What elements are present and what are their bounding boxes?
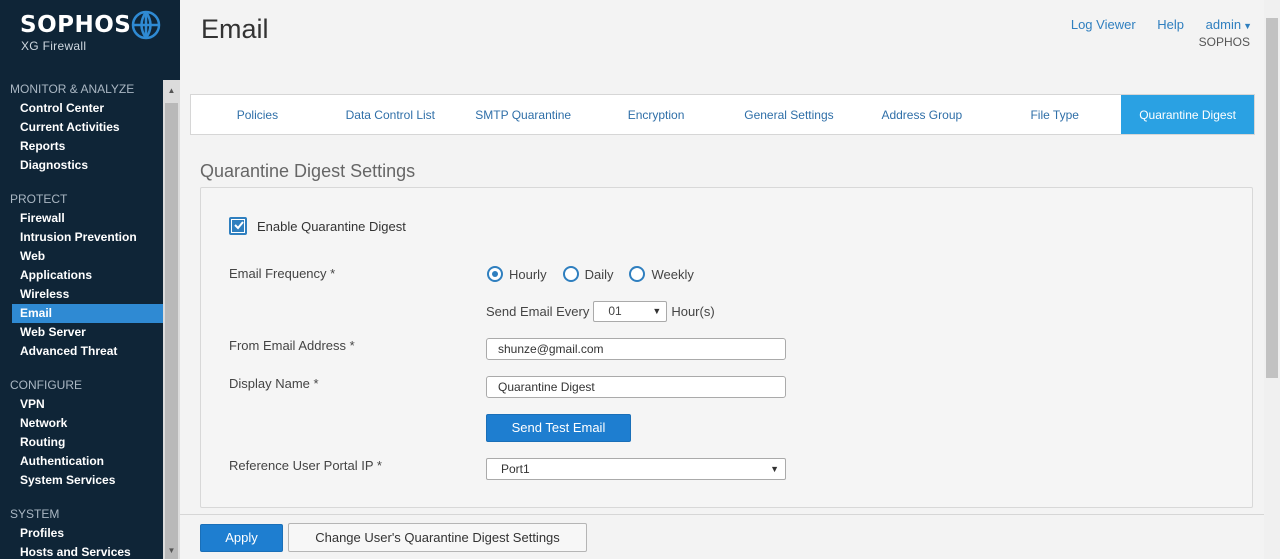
sidebar-item-intrusion-prevention[interactable]: Intrusion Prevention	[0, 228, 163, 247]
dropdown-arrow-icon: ▼	[770, 464, 779, 474]
sidebar-item-applications[interactable]: Applications	[0, 266, 163, 285]
change-user-digest-button[interactable]: Change User's Quarantine Digest Settings	[288, 523, 587, 552]
nav-section-configure: CONFIGURE	[10, 378, 82, 392]
send-every-unit: Hour(s)	[671, 304, 715, 319]
tab-bar: Policies Data Control List SMTP Quaranti…	[190, 94, 1255, 135]
page-title: Email	[201, 14, 269, 44]
sidebar-item-current-activities[interactable]: Current Activities	[0, 118, 163, 137]
sidebar-item-control-center[interactable]: Control Center	[0, 99, 163, 118]
footer-bar: Apply Change User's Quarantine Digest Se…	[180, 514, 1264, 559]
portal-ip-value: Port1	[501, 462, 530, 476]
nav-section-system: SYSTEM	[10, 507, 60, 521]
side-nav: MONITOR & ANALYZE Control Center Current…	[0, 80, 163, 559]
page-scroll-thumb[interactable]	[1266, 18, 1278, 378]
sidebar-item-diagnostics[interactable]: Diagnostics	[0, 156, 163, 175]
from-email-label: From Email Address *	[229, 338, 355, 353]
brand-product: XG Firewall	[21, 39, 87, 53]
send-every-row: Send Email Every 01 ▼ Hour(s)	[486, 301, 715, 322]
portal-ip-select[interactable]: Port1 ▼	[486, 458, 786, 480]
sidebar-item-routing[interactable]: Routing	[0, 433, 163, 452]
tab-quarantine-digest[interactable]: Quarantine Digest	[1121, 95, 1254, 134]
tab-data-control-list[interactable]: Data Control List	[324, 95, 457, 134]
sidebar-item-email[interactable]: Email	[12, 304, 163, 323]
dropdown-arrow-icon: ▼	[652, 306, 662, 316]
sidebar-item-wireless[interactable]: Wireless	[0, 285, 163, 304]
frequency-radio-group: Hourly Daily Weekly	[487, 266, 710, 282]
tab-address-group[interactable]: Address Group	[855, 95, 988, 134]
sidebar-item-firewall[interactable]: Firewall	[0, 209, 163, 228]
display-name-field[interactable]: Quarantine Digest	[486, 376, 786, 398]
page-scrollbar[interactable]	[1264, 0, 1280, 559]
sidebar-item-profiles[interactable]: Profiles	[0, 524, 163, 543]
send-every-label: Send Email Every	[486, 304, 590, 319]
settings-panel: Enable Quarantine Digest Email Frequency…	[200, 187, 1253, 508]
sidebar-item-authentication[interactable]: Authentication	[0, 452, 163, 471]
section-title: Quarantine Digest Settings	[200, 161, 416, 181]
tab-general-settings[interactable]: General Settings	[723, 95, 856, 134]
top-links: Log Viewer Help admin ▼	[1053, 17, 1252, 32]
radio-daily-label: Daily	[584, 266, 614, 282]
globe-icon	[131, 10, 161, 40]
send-every-value: 01	[608, 304, 622, 318]
sidebar-scrollbar[interactable]: ▲ ▼	[163, 80, 180, 559]
user-menu[interactable]: admin ▼	[1206, 17, 1252, 32]
portal-ip-label: Reference User Portal IP *	[229, 458, 382, 473]
radio-weekly-label: Weekly	[651, 266, 694, 282]
sidebar: SOPHOS XG Firewall MONITOR & ANALYZE Con…	[0, 0, 180, 559]
sidebar-scroll-thumb[interactable]	[165, 103, 178, 559]
help-link[interactable]: Help	[1157, 17, 1184, 32]
user-name: admin	[1205, 17, 1242, 32]
main-content: Email Log Viewer Help admin ▼ SOPHOS Poli…	[180, 0, 1264, 559]
from-email-field[interactable]: shunze@gmail.com	[486, 338, 786, 360]
nav-section-protect: PROTECT	[10, 192, 68, 206]
send-test-email-button[interactable]: Send Test Email	[486, 414, 631, 442]
email-frequency-label: Email Frequency *	[229, 266, 336, 281]
radio-hourly[interactable]	[487, 266, 503, 282]
sidebar-item-system-services[interactable]: System Services	[0, 471, 163, 490]
brand: SOPHOS XG Firewall	[0, 0, 180, 70]
display-name-label: Display Name *	[229, 376, 319, 391]
tab-smtp-quarantine[interactable]: SMTP Quarantine	[457, 95, 590, 134]
sidebar-item-web[interactable]: Web	[0, 247, 163, 266]
radio-weekly[interactable]	[629, 266, 646, 282]
org-name: SOPHOS	[1198, 35, 1250, 49]
tab-encryption[interactable]: Encryption	[590, 95, 723, 134]
apply-button[interactable]: Apply	[200, 524, 283, 552]
enable-digest-checkbox[interactable]	[229, 217, 247, 235]
sidebar-item-advanced-threat[interactable]: Advanced Threat	[0, 342, 163, 361]
scroll-down-arrow-icon[interactable]: ▼	[163, 542, 180, 559]
radio-daily[interactable]	[562, 266, 579, 282]
sidebar-item-hosts-and-services[interactable]: Hosts and Services	[0, 543, 163, 559]
tab-file-type[interactable]: File Type	[988, 95, 1121, 134]
tab-policies[interactable]: Policies	[191, 95, 324, 134]
checkmark-icon	[234, 221, 244, 230]
caret-down-icon: ▼	[1243, 21, 1252, 31]
sidebar-item-reports[interactable]: Reports	[0, 137, 163, 156]
scroll-up-arrow-icon[interactable]: ▲	[163, 82, 180, 99]
send-every-select[interactable]: 01 ▼	[593, 301, 668, 322]
log-viewer-link[interactable]: Log Viewer	[1071, 17, 1136, 32]
sidebar-item-web-server[interactable]: Web Server	[0, 323, 163, 342]
radio-hourly-label: Hourly	[509, 266, 547, 282]
nav-section-monitor: MONITOR & ANALYZE	[10, 82, 135, 96]
enable-digest-label: Enable Quarantine Digest	[257, 219, 406, 234]
sidebar-item-vpn[interactable]: VPN	[0, 395, 163, 414]
sidebar-item-network[interactable]: Network	[0, 414, 163, 433]
